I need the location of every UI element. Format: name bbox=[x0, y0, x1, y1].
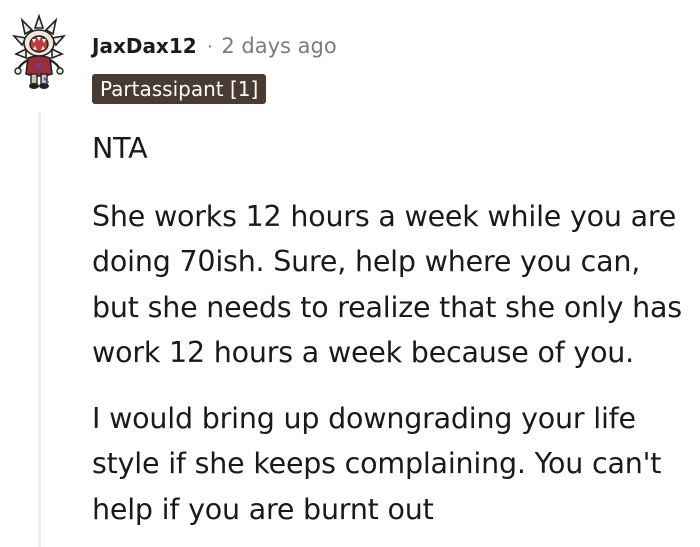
comment: JaxDax12 · 2 days ago Partassipant [1] N… bbox=[0, 0, 700, 547]
separator-dot: · bbox=[206, 34, 214, 57]
timestamp-link[interactable]: 2 days ago bbox=[221, 34, 336, 58]
avatar[interactable] bbox=[10, 12, 68, 92]
comment-paragraph: I would bring up downgrading your life s… bbox=[92, 401, 662, 526]
user-flair-badge: Partassipant [1] bbox=[92, 74, 267, 104]
thread-collapse-line[interactable] bbox=[38, 112, 41, 547]
username-link[interactable]: JaxDax12 bbox=[92, 34, 197, 58]
comment-header: JaxDax12 · 2 days ago bbox=[92, 30, 337, 62]
snoo-demogorgon-avatar-icon bbox=[11, 13, 67, 89]
comment-paragraph: NTA bbox=[92, 132, 148, 165]
comment-paragraph: She works 12 hours a week while you are … bbox=[92, 199, 682, 370]
comment-body: NTA She works 12 hours a week while you … bbox=[92, 126, 692, 532]
